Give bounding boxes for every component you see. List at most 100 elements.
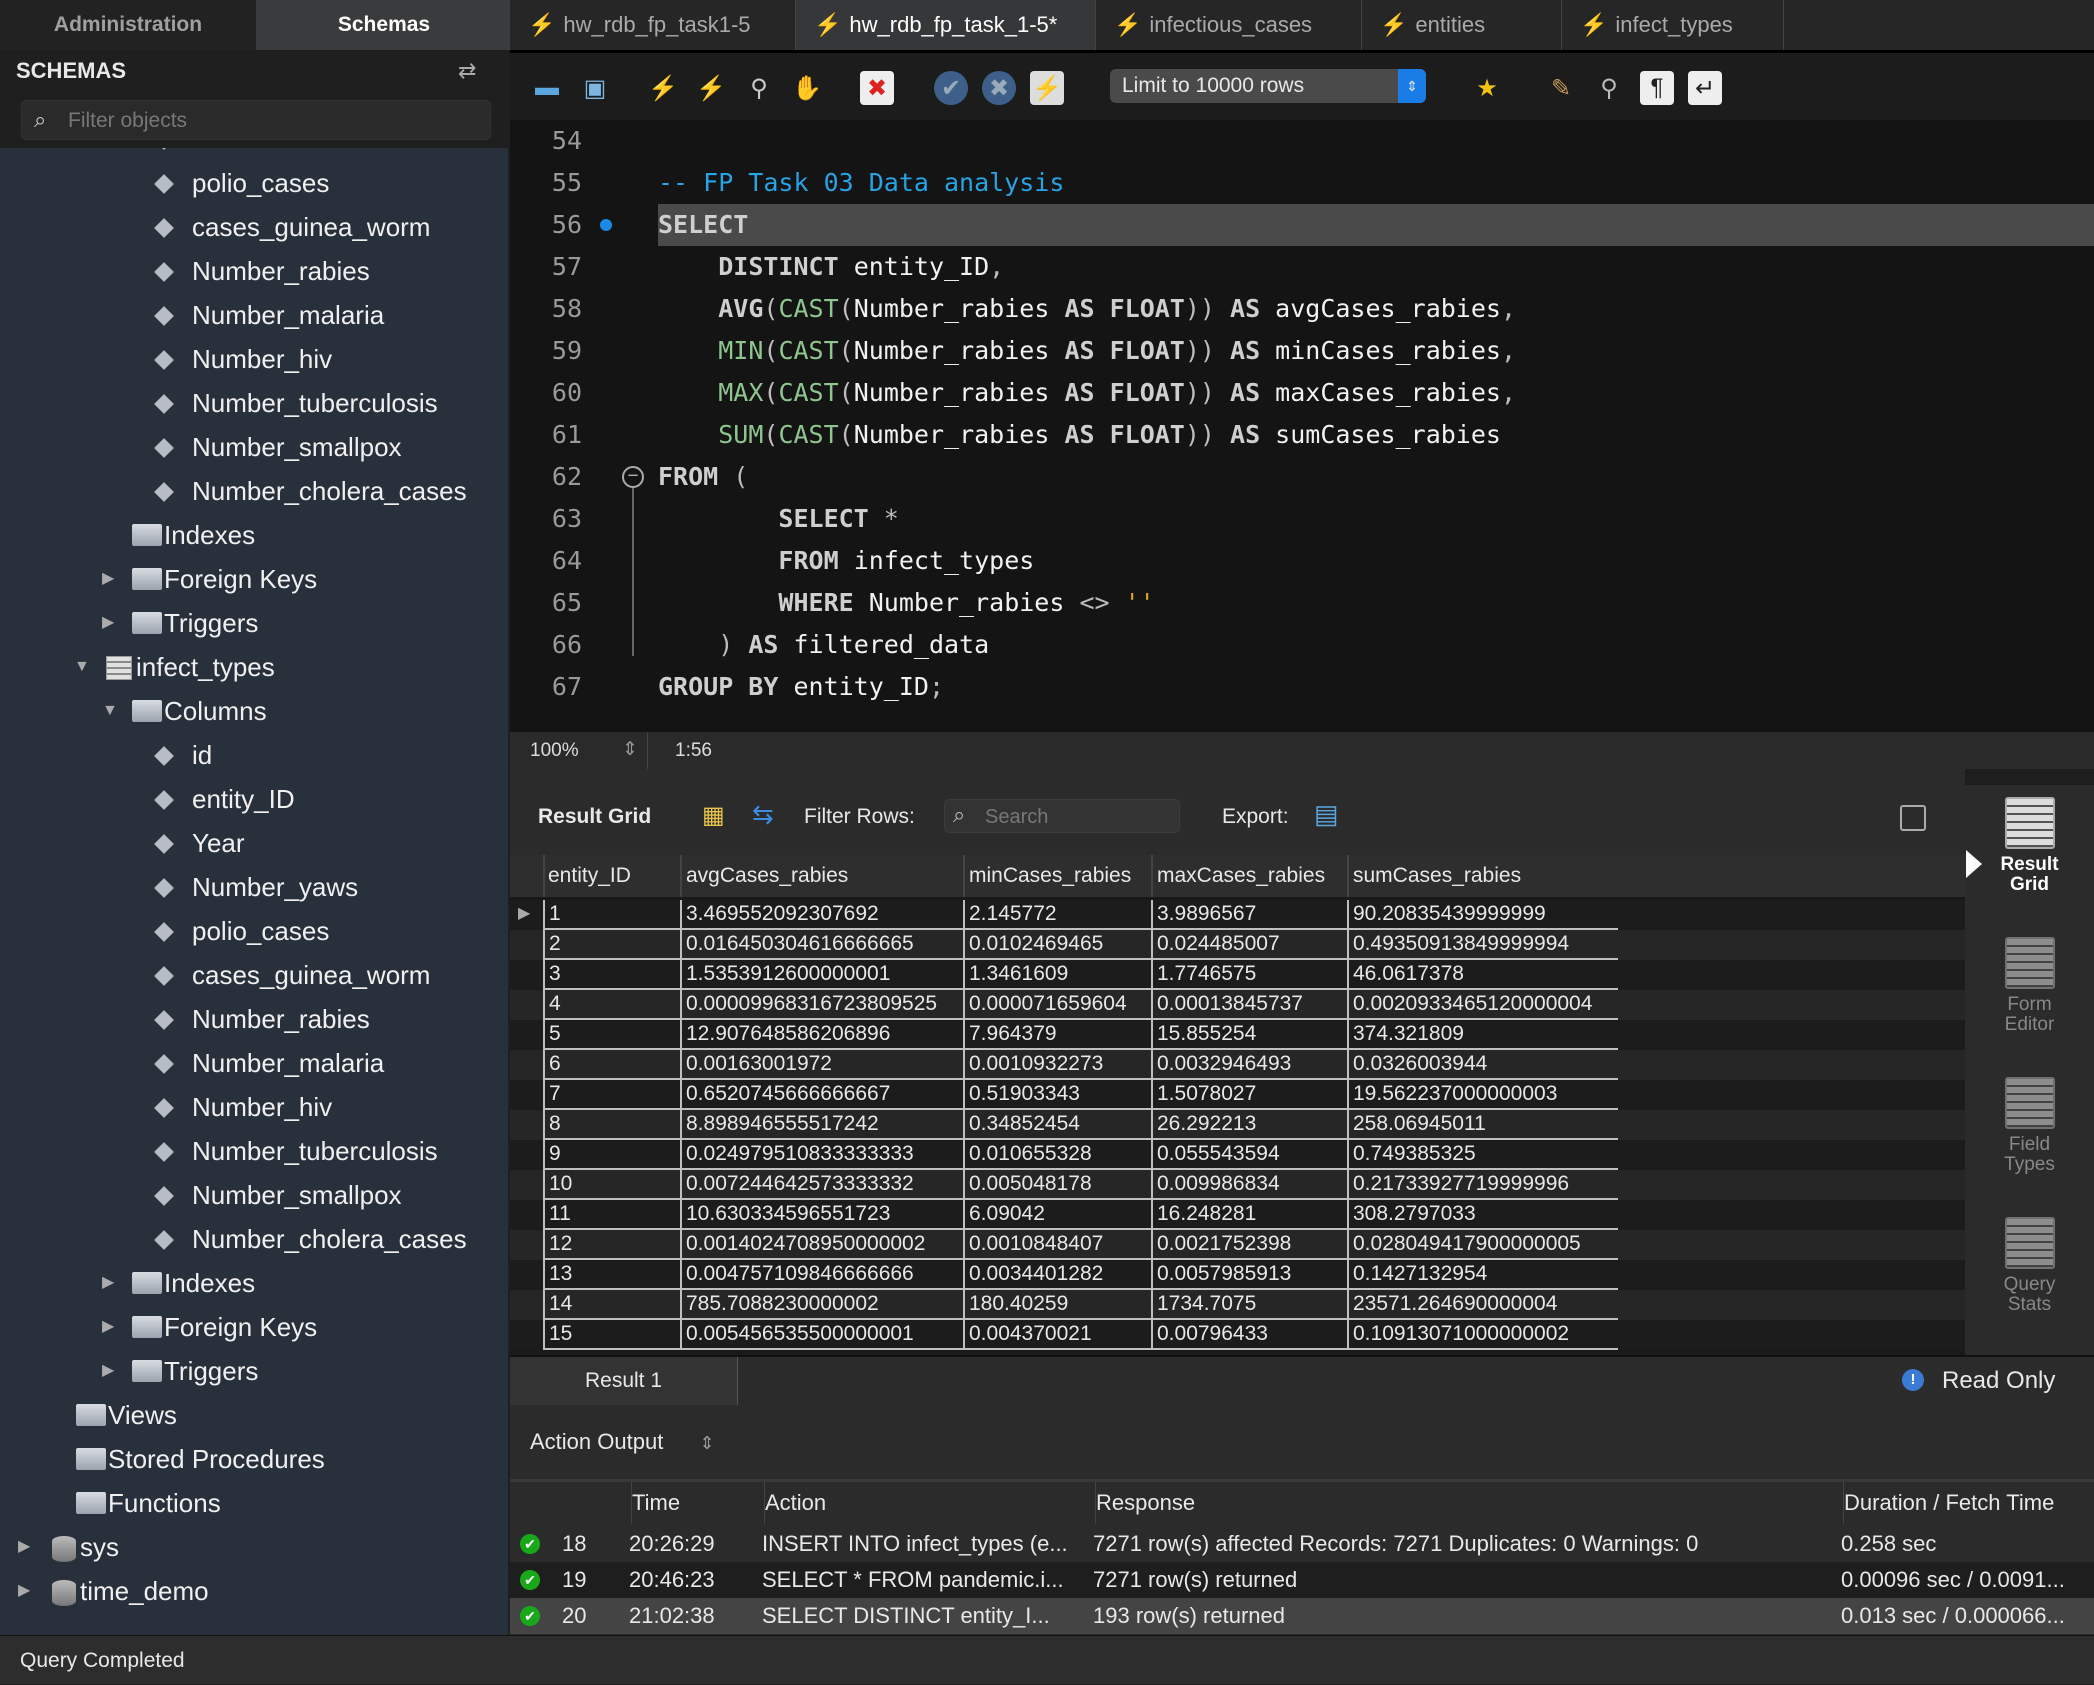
table-cell[interactable]: 2 bbox=[543, 930, 680, 960]
action-column-header[interactable]: Action bbox=[764, 1482, 826, 1524]
action-row[interactable]: ✔ 19 20:46:23 SELECT * FROM pandemic.i... 72… bbox=[510, 1562, 2094, 1598]
execute-current-icon[interactable]: ⚡ bbox=[694, 71, 728, 105]
tree-item[interactable]: ▶ Triggers bbox=[0, 601, 508, 645]
side-button-field-types[interactable]: Field Types bbox=[1965, 1077, 2094, 1175]
table-cell[interactable]: 0.00013845737 bbox=[1151, 990, 1347, 1020]
table-cell[interactable]: 9 bbox=[543, 1140, 680, 1170]
zoom-level[interactable]: 100% bbox=[530, 740, 579, 762]
action-column-header[interactable]: Response bbox=[1095, 1482, 1195, 1524]
column-header-sumCases_rabies[interactable]: sumCases_rabies bbox=[1347, 855, 1618, 897]
table-cell[interactable]: 308.2797033 bbox=[1347, 1200, 1618, 1230]
caret-right-icon[interactable]: ▶ bbox=[18, 1569, 30, 1613]
tree-item[interactable]: ▶ Foreign Keys bbox=[0, 1305, 508, 1349]
table-cell[interactable]: 15.855254 bbox=[1151, 1020, 1347, 1050]
table-cell[interactable]: 0.10913071000000002 bbox=[1347, 1320, 1618, 1350]
tree-item[interactable]: Number_smallpox bbox=[0, 425, 508, 469]
beautify-icon[interactable]: ✎ bbox=[1544, 71, 1578, 105]
action-row[interactable]: ✔ 18 20:26:29 INSERT INTO infect_types (e..… bbox=[510, 1526, 2094, 1562]
export-icon[interactable]: ▤ bbox=[1314, 799, 1339, 830]
table-cell[interactable]: 0.0021752398 bbox=[1151, 1230, 1347, 1260]
table-cell[interactable]: 0.6520745666666667 bbox=[680, 1080, 963, 1110]
table-cell[interactable]: 8 bbox=[543, 1110, 680, 1140]
filter-rows-search-input[interactable]: ⌕ Search bbox=[944, 799, 1180, 833]
zoom-stepper-icon[interactable]: ⇕ bbox=[622, 738, 638, 761]
table-cell[interactable]: 0.0034401282 bbox=[963, 1260, 1151, 1290]
table-cell[interactable]: 0.0057985913 bbox=[1151, 1260, 1347, 1290]
tree-item[interactable]: Number_smallpox bbox=[0, 1173, 508, 1217]
table-row[interactable]: 6 0.00163001972 0.0010932273 0.0032946493 0.… bbox=[510, 1050, 1965, 1080]
tree-item[interactable]: cases_guinea_worm bbox=[0, 205, 508, 249]
table-cell[interactable]: 258.06945011 bbox=[1347, 1110, 1618, 1140]
word-wrap-icon[interactable]: ↵ bbox=[1688, 71, 1722, 105]
tree-item[interactable]: Functions bbox=[0, 1481, 508, 1525]
table-cell[interactable]: 10 bbox=[543, 1170, 680, 1200]
tab-infectious_cases[interactable]: ⚡ infectious_cases bbox=[1096, 0, 1362, 50]
table-cell[interactable]: 1.5353912600000001 bbox=[680, 960, 963, 990]
action-column-header[interactable]: Duration / Fetch Time bbox=[1843, 1482, 2054, 1524]
save-icon[interactable]: ▣ bbox=[578, 71, 612, 105]
table-row[interactable]: 14 785.7088230000002 180.40259 1734.7075 235… bbox=[510, 1290, 1965, 1320]
table-cell[interactable]: 0.016450304616666665 bbox=[680, 930, 963, 960]
table-cell[interactable]: 0.0014024708950000002 bbox=[680, 1230, 963, 1260]
stop-icon[interactable]: ✋ bbox=[790, 71, 824, 105]
column-header-maxCases_rabies[interactable]: maxCases_rabies bbox=[1151, 855, 1347, 897]
caret-right-icon[interactable]: ▶ bbox=[18, 1525, 30, 1569]
tree-item[interactable]: ▶ time_demo bbox=[0, 1569, 508, 1613]
table-cell[interactable]: 7.964379 bbox=[963, 1020, 1151, 1050]
table-cell[interactable]: 15 bbox=[543, 1320, 680, 1350]
table-cell[interactable]: 0.0010932273 bbox=[963, 1050, 1151, 1080]
table-cell[interactable]: 1.3461609 bbox=[963, 960, 1151, 990]
table-cell[interactable]: 26.292213 bbox=[1151, 1110, 1347, 1140]
table-row[interactable]: ▶ 1 3.469552092307692 2.145772 3.9896567 90.2… bbox=[510, 900, 1965, 930]
table-cell[interactable]: 0.005456535500000001 bbox=[680, 1320, 963, 1350]
tree-item[interactable]: Number_cholera_cases bbox=[0, 469, 508, 513]
table-cell[interactable]: 46.0617378 bbox=[1347, 960, 1618, 990]
table-row[interactable]: 8 8.898946555517242 0.34852454 26.292213 258… bbox=[510, 1110, 1965, 1140]
action-row[interactable]: ✔ 20 21:02:38 SELECT DISTINCT entity_I... 19… bbox=[510, 1598, 2094, 1634]
tab-hw_rdb_fp_task_1-5*[interactable]: ⚡ hw_rdb_fp_task_1-5* bbox=[796, 0, 1096, 50]
table-cell[interactable]: 1734.7075 bbox=[1151, 1290, 1347, 1320]
table-cell[interactable]: 0.0326003944 bbox=[1347, 1050, 1618, 1080]
tree-item[interactable]: Number_hiv bbox=[0, 337, 508, 381]
sql-editor[interactable]: 54 55 -- FP Task 03 Data analysis 56 SELECT 5… bbox=[510, 120, 2094, 732]
tree-item[interactable]: ▼ infect_types bbox=[0, 645, 508, 689]
table-cell[interactable]: 14 bbox=[543, 1290, 680, 1320]
table-cell[interactable]: 0.749385325 bbox=[1347, 1140, 1618, 1170]
table-cell[interactable]: 0.0010848407 bbox=[963, 1230, 1151, 1260]
table-cell[interactable]: 0.51903343 bbox=[963, 1080, 1151, 1110]
table-cell[interactable]: 1.7746575 bbox=[1151, 960, 1347, 990]
side-button-query-stats[interactable]: Query Stats bbox=[1965, 1217, 2094, 1315]
table-cell[interactable]: 19.562237000000003 bbox=[1347, 1080, 1618, 1110]
table-cell[interactable]: 0.0102469465 bbox=[963, 930, 1151, 960]
tab-infect_types[interactable]: ⚡ infect_types bbox=[1562, 0, 1784, 50]
commit-icon[interactable]: ✔ bbox=[934, 71, 968, 105]
table-cell[interactable]: 16.248281 bbox=[1151, 1200, 1347, 1230]
table-cell[interactable]: 0.010655328 bbox=[963, 1140, 1151, 1170]
table-cell[interactable]: 10.630334596551723 bbox=[680, 1200, 963, 1230]
table-cell[interactable]: 0.028049417900000005 bbox=[1347, 1230, 1618, 1260]
caret-right-icon[interactable]: ▶ bbox=[102, 557, 114, 601]
tree-item[interactable]: Number_tuberculosis bbox=[0, 381, 508, 425]
rollback-icon[interactable]: ✖ bbox=[982, 71, 1016, 105]
tab-administration[interactable]: Administration bbox=[0, 0, 256, 50]
action-output-select[interactable]: Action Output ⇕ bbox=[530, 1429, 715, 1455]
table-row[interactable]: 9 0.024979510833333333 0.010655328 0.055543… bbox=[510, 1140, 1965, 1170]
execute-icon[interactable]: ⚡ bbox=[646, 71, 680, 105]
table-cell[interactable]: 0.00796433 bbox=[1151, 1320, 1347, 1350]
table-cell[interactable]: 374.321809 bbox=[1347, 1020, 1618, 1050]
tab-entities[interactable]: ⚡ entities bbox=[1362, 0, 1562, 50]
table-cell[interactable]: 0.024485007 bbox=[1151, 930, 1347, 960]
table-row[interactable]: 4 0.000099683167238095​25 0.000071659604 0.… bbox=[510, 990, 1965, 1020]
table-cell[interactable]: 3.469552092307692 bbox=[680, 900, 963, 930]
table-cell[interactable]: 0.005048178 bbox=[963, 1170, 1151, 1200]
tree-item[interactable]: Stored Procedures bbox=[0, 1437, 508, 1481]
tree-item[interactable]: Number_tuberculosis bbox=[0, 1129, 508, 1173]
table-row[interactable]: 7 0.6520745666666667 0.51903343 1.5078027 19… bbox=[510, 1080, 1965, 1110]
table-cell[interactable]: 90.20835439999999 bbox=[1347, 900, 1618, 930]
table-cell[interactable]: 0.0032946493 bbox=[1151, 1050, 1347, 1080]
table-row[interactable]: 3 1.5353912600000001 1.3461609 1.7746575 46.… bbox=[510, 960, 1965, 990]
table-cell[interactable]: 5 bbox=[543, 1020, 680, 1050]
table-cell[interactable]: 0.000099683167238095​25 bbox=[680, 990, 963, 1020]
tree-item[interactable]: ▶ Foreign Keys bbox=[0, 557, 508, 601]
side-button-result-grid[interactable]: Result Grid bbox=[1965, 797, 2094, 895]
